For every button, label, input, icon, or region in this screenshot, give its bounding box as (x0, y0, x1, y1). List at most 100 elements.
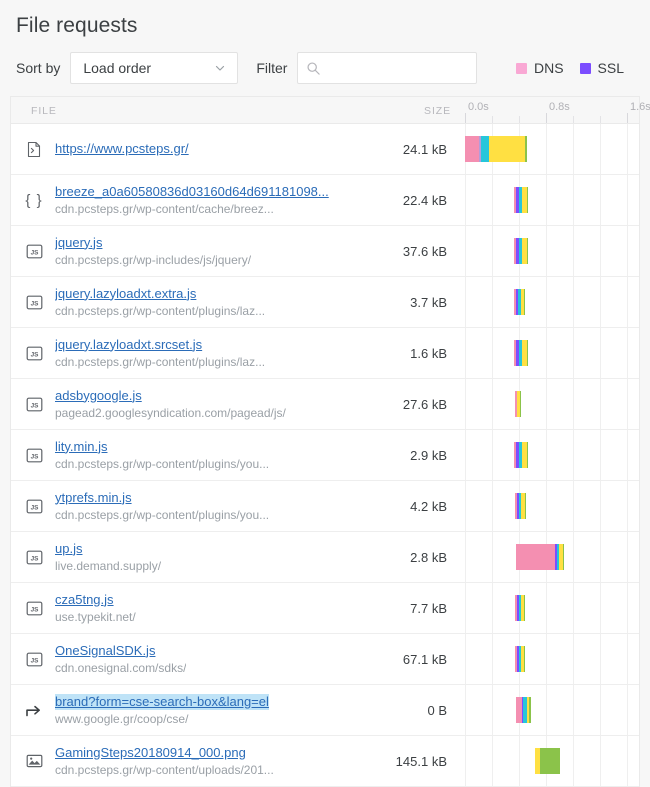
cell-size: 145.1 kB (395, 753, 447, 769)
timeline-gridline (465, 481, 466, 531)
timeline-gridline (465, 583, 466, 633)
file-name-link[interactable]: breeze_a0a60580836d03160d64d691181098... (55, 184, 329, 200)
timeline-gridline (546, 583, 547, 633)
filter-field[interactable] (297, 52, 478, 84)
column-header-size[interactable]: SIZE (366, 101, 451, 119)
waterfall-segment-receive (540, 748, 560, 774)
dns-color-swatch (515, 62, 527, 74)
table-row[interactable]: JS jquery.lazyloadxt.extra.js cdn.pcsteps.… (11, 277, 639, 328)
table-row[interactable]: JS adsbygoogle.js pagead2.googlesyndicatio… (11, 379, 639, 430)
timeline-gridline (627, 481, 628, 531)
cell-size: 37.6 kB (402, 243, 447, 259)
file-name-link[interactable]: ytprefs.min.js (55, 490, 269, 506)
timeline-gridline (492, 583, 493, 633)
table-row[interactable]: JS cza5tng.js use.typekit.net/7.7 kB (11, 583, 639, 634)
waterfall-bar[interactable] (515, 493, 526, 519)
cell-file: JS jquery.js cdn.pcsteps.gr/wp-includes/js… (11, 226, 366, 276)
timeline-gridline (492, 226, 493, 276)
file-url: live.demand.supply/ (55, 558, 162, 573)
file-name-group: jquery.lazyloadxt.srcset.js cdn.pcsteps.g… (55, 337, 265, 370)
timeline-gridline (546, 430, 547, 480)
filter-input[interactable] (321, 53, 477, 83)
cell-file: JS jquery.lazyloadxt.srcset.js cdn.pcsteps… (11, 328, 366, 378)
table-row[interactable]: JS OneSignalSDK.js cdn.onesignal.com/sdks/… (11, 634, 639, 685)
timeline-gridline (600, 226, 601, 276)
cell-timeline (451, 685, 639, 735)
file-name-link[interactable]: OneSignalSDK.js (55, 643, 186, 659)
cell-size: 1.6 kB (410, 345, 447, 361)
js-file-icon: JS (21, 549, 47, 566)
timeline-gridline (600, 634, 601, 684)
file-name-group: jquery.lazyloadxt.extra.js cdn.pcsteps.gr… (55, 286, 265, 319)
timeline-gridline (492, 532, 493, 582)
waterfall-bar[interactable] (514, 340, 528, 366)
cell-size: 22.4 kB (402, 192, 447, 208)
time-axis: 0.0s 0.8s 1.6s (451, 97, 650, 123)
file-name-link[interactable]: jquery.lazyloadxt.extra.js (55, 286, 265, 302)
waterfall-bar[interactable] (515, 595, 525, 621)
file-name-link[interactable]: up.js (55, 541, 161, 557)
sort-by-select[interactable]: Load order (70, 52, 239, 84)
cell-timeline (451, 583, 639, 633)
file-name-link[interactable]: jquery.lazyloadxt.srcset.js (55, 337, 265, 353)
file-name-group: lity.min.js cdn.pcsteps.gr/wp-content/plu… (55, 439, 269, 472)
timeline-gridline (519, 736, 520, 786)
waterfall-bar[interactable] (514, 289, 525, 315)
table-row[interactable]: JS jquery.lazyloadxt.srcset.js cdn.pcsteps… (11, 328, 639, 379)
filter-label: Filter (256, 60, 288, 76)
timeline-gridline (546, 175, 547, 225)
cell-timeline (451, 736, 639, 786)
table-row[interactable]: JS lity.min.js cdn.pcsteps.gr/wp-content/p… (11, 430, 639, 481)
waterfall-bar[interactable] (465, 136, 527, 162)
file-name-link[interactable]: cza5tng.js (55, 592, 136, 608)
svg-text:JS: JS (30, 351, 39, 358)
timeline-gridline (600, 277, 601, 327)
waterfall-bar[interactable] (535, 748, 560, 774)
timeline-gridline (492, 328, 493, 378)
waterfall-segment-dns (465, 136, 479, 162)
table-row[interactable]: GamingSteps20180914_000.png cdn.pcsteps.g… (11, 736, 639, 787)
file-name-link[interactable]: lity.min.js (55, 439, 269, 455)
file-name-link[interactable]: jquery.js (55, 235, 251, 251)
waterfall-bar[interactable] (516, 544, 564, 570)
table-row[interactable]: JS up.js live.demand.supply/2.8 kB (11, 532, 639, 583)
timeline-gridline (627, 124, 628, 174)
waterfall-bar[interactable] (516, 697, 531, 723)
column-header-file[interactable]: FILE (11, 101, 366, 119)
timeline-gridline (627, 685, 628, 735)
waterfall-bar[interactable] (514, 238, 528, 264)
waterfall-segment-receive (563, 544, 564, 570)
table-row[interactable]: https://www.pcsteps.gr/24.1 kB (11, 124, 639, 175)
file-name-link[interactable]: adsbygoogle.js (55, 388, 286, 404)
waterfall-bar[interactable] (515, 646, 525, 672)
waterfall-bar[interactable] (515, 391, 521, 417)
requests-table: FILE SIZE 0.0s 0.8s 1.6s https://www.pcste… (10, 96, 650, 787)
timeline-gridline (600, 583, 601, 633)
js-file-icon: JS (21, 600, 47, 617)
waterfall-bar[interactable] (514, 442, 528, 468)
file-name-link[interactable]: GamingSteps20180914_000.png (55, 745, 274, 761)
table-row[interactable]: JS ytprefs.min.js cdn.pcsteps.gr/wp-conten… (11, 481, 639, 532)
file-name-link[interactable]: brand?form=cse-search-box&lang=el (55, 693, 269, 710)
file-name-group: https://www.pcsteps.gr/ (55, 141, 189, 157)
js-file-icon: JS (21, 447, 47, 464)
table-row[interactable]: JS jquery.js cdn.pcsteps.gr/wp-includes/js… (11, 226, 639, 277)
table-row[interactable]: brand?form=cse-search-box&lang=el www.goo… (11, 685, 639, 736)
table-row[interactable]: { } breeze_a0a60580836d03160d64d691181098… (11, 175, 639, 226)
file-name-link[interactable]: https://www.pcsteps.gr/ (55, 141, 189, 157)
file-name-group: cza5tng.js use.typekit.net/ (55, 592, 136, 625)
cell-timeline (451, 175, 639, 225)
waterfall-bar[interactable] (514, 187, 528, 213)
timeline-gridline (465, 379, 466, 429)
cell-file: https://www.pcsteps.gr/ (11, 124, 366, 174)
file-name-group: ytprefs.min.js cdn.pcsteps.gr/wp-content/… (55, 490, 269, 523)
file-name-group: OneSignalSDK.js cdn.onesignal.com/sdks/ (55, 643, 186, 676)
svg-text:JS: JS (30, 555, 39, 562)
waterfall-segment-receive (524, 646, 525, 672)
html-document-icon (21, 141, 47, 158)
cell-size: 4.2 kB (410, 498, 447, 514)
timeline-gridline (573, 430, 574, 480)
waterfall-segment-receive (529, 697, 531, 723)
cell-file: JS adsbygoogle.js pagead2.googlesyndicatio… (11, 379, 366, 429)
timeline-gridline (465, 685, 466, 735)
